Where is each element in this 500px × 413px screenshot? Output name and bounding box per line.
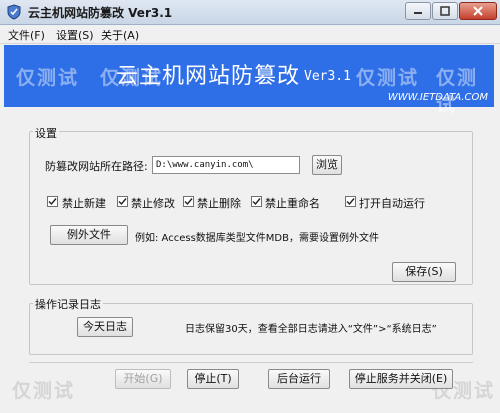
menu-bar: 文件(F) 设置(S) 关于(A) [0, 25, 500, 44]
check-icon [252, 198, 261, 206]
close-button[interactable] [459, 2, 497, 20]
checkbox-autorun[interactable] [345, 196, 356, 207]
checkbox-label: 打开自动运行 [359, 197, 425, 210]
shield-icon [6, 4, 22, 20]
check-icon [184, 198, 193, 206]
checkbox-no-modify[interactable] [117, 196, 128, 207]
checkbox-no-create[interactable] [47, 196, 58, 207]
menu-file[interactable]: 文件(F) [8, 27, 45, 43]
divider [29, 362, 473, 363]
watermark-text: 仅测试 [16, 67, 80, 89]
path-label: 防篡改网站所在路径: [45, 160, 148, 173]
watermark-text: 仅测试 [356, 67, 420, 89]
stop-button[interactable]: 停止(T) [187, 369, 239, 389]
log-group-label: 操作记录日志 [33, 296, 103, 312]
browse-button[interactable]: 浏览 [312, 155, 342, 175]
watermark-text: 仅测试 [436, 67, 479, 116]
checkbox-no-delete[interactable] [183, 196, 194, 207]
check-icon [118, 198, 127, 206]
background-run-button[interactable]: 后台运行 [268, 369, 330, 389]
banner-version: Ver3.1 [304, 69, 351, 84]
stop-and-close-button[interactable]: 停止服务并关闭(E) [349, 369, 453, 389]
banner-url: WWW.IETDATA.COM [387, 92, 488, 103]
maximize-icon [440, 6, 450, 16]
window-title: 云主机网站防篡改 Ver3.1 [28, 6, 173, 20]
checkbox-label: 禁止删除 [197, 197, 241, 210]
exception-hint: 例如: Access数据库类型文件MDB，需要设置例外文件 [135, 233, 379, 244]
app-window: 云主机网站防篡改 Ver3.1 文件(F) 设置(S) 关于(A) 仅测试 仅测… [0, 0, 500, 413]
minimize-icon [414, 12, 422, 14]
start-button[interactable]: 开始(G) [115, 369, 171, 389]
settings-group-label: 设置 [33, 125, 59, 141]
checkbox-no-rename[interactable] [251, 196, 262, 207]
check-icon [346, 198, 355, 206]
exception-files-button[interactable]: 例外文件 [50, 225, 128, 245]
check-icon [48, 198, 57, 206]
maximize-button[interactable] [432, 2, 458, 20]
header-banner: 仅测试 仅测试 仅测试 仅测试 云主机网站防篡改 Ver3.1 WWW.IETD… [4, 45, 494, 116]
today-log-button[interactable]: 今天日志 [77, 317, 133, 337]
watermark-text: 仅测试 [12, 380, 76, 402]
checkbox-label: 禁止重命名 [265, 197, 320, 210]
checkbox-label: 禁止修改 [131, 197, 175, 210]
title-bar: 云主机网站防篡改 Ver3.1 [0, 0, 500, 25]
close-icon [473, 6, 483, 16]
menu-about[interactable]: 关于(A) [101, 27, 139, 43]
path-input[interactable]: D:\www.canyin.com\ [152, 156, 300, 174]
log-note: 日志保留30天，查看全部日志请进入“文件”>“系统日志” [185, 324, 437, 335]
banner-title: 云主机网站防篡改 [116, 64, 301, 89]
checkbox-label: 禁止新建 [62, 197, 106, 210]
save-button[interactable]: 保存(S) [392, 262, 456, 282]
minimize-button[interactable] [405, 2, 431, 20]
menu-settings[interactable]: 设置(S) [56, 27, 94, 43]
